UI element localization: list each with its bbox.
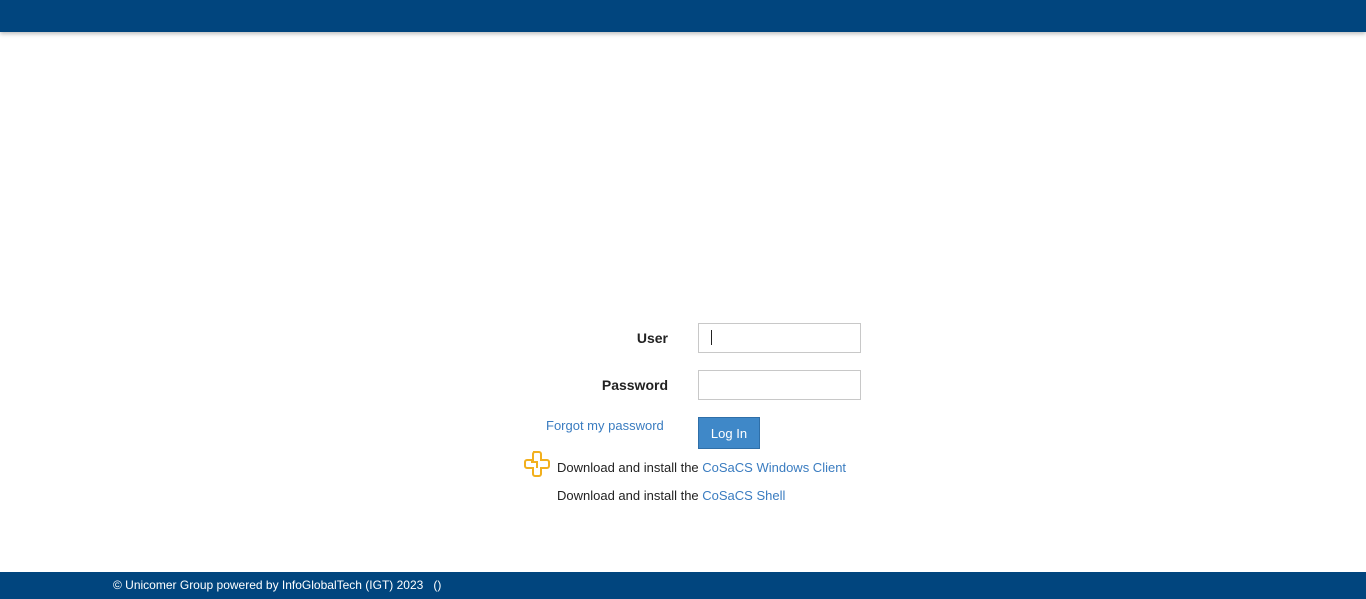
top-header-bar	[0, 0, 1366, 32]
footer-copyright: © Unicomer Group powered by InfoGlobalTe…	[113, 578, 442, 592]
login-button[interactable]: Log In	[698, 417, 760, 449]
windows-client-link[interactable]: CoSaCS Windows Client	[702, 460, 846, 475]
user-label: User	[636, 330, 668, 346]
user-input[interactable]	[698, 323, 861, 353]
cosacs-logo-icon	[524, 451, 550, 477]
download-prefix-text: Download and install the	[557, 488, 703, 503]
password-label: Password	[601, 377, 668, 393]
footer-bar: © Unicomer Group powered by InfoGlobalTe…	[0, 572, 1366, 599]
download-shell-row: Download and install the CoSaCS Shell	[557, 488, 785, 503]
shell-link[interactable]: CoSaCS Shell	[702, 488, 785, 503]
download-prefix-text: Download and install the	[557, 460, 703, 475]
password-input[interactable]	[698, 370, 861, 400]
forgot-password-link[interactable]: Forgot my password	[546, 418, 664, 433]
text-caret	[711, 330, 712, 345]
download-windows-client-row: Download and install the CoSaCS Windows …	[557, 460, 846, 475]
